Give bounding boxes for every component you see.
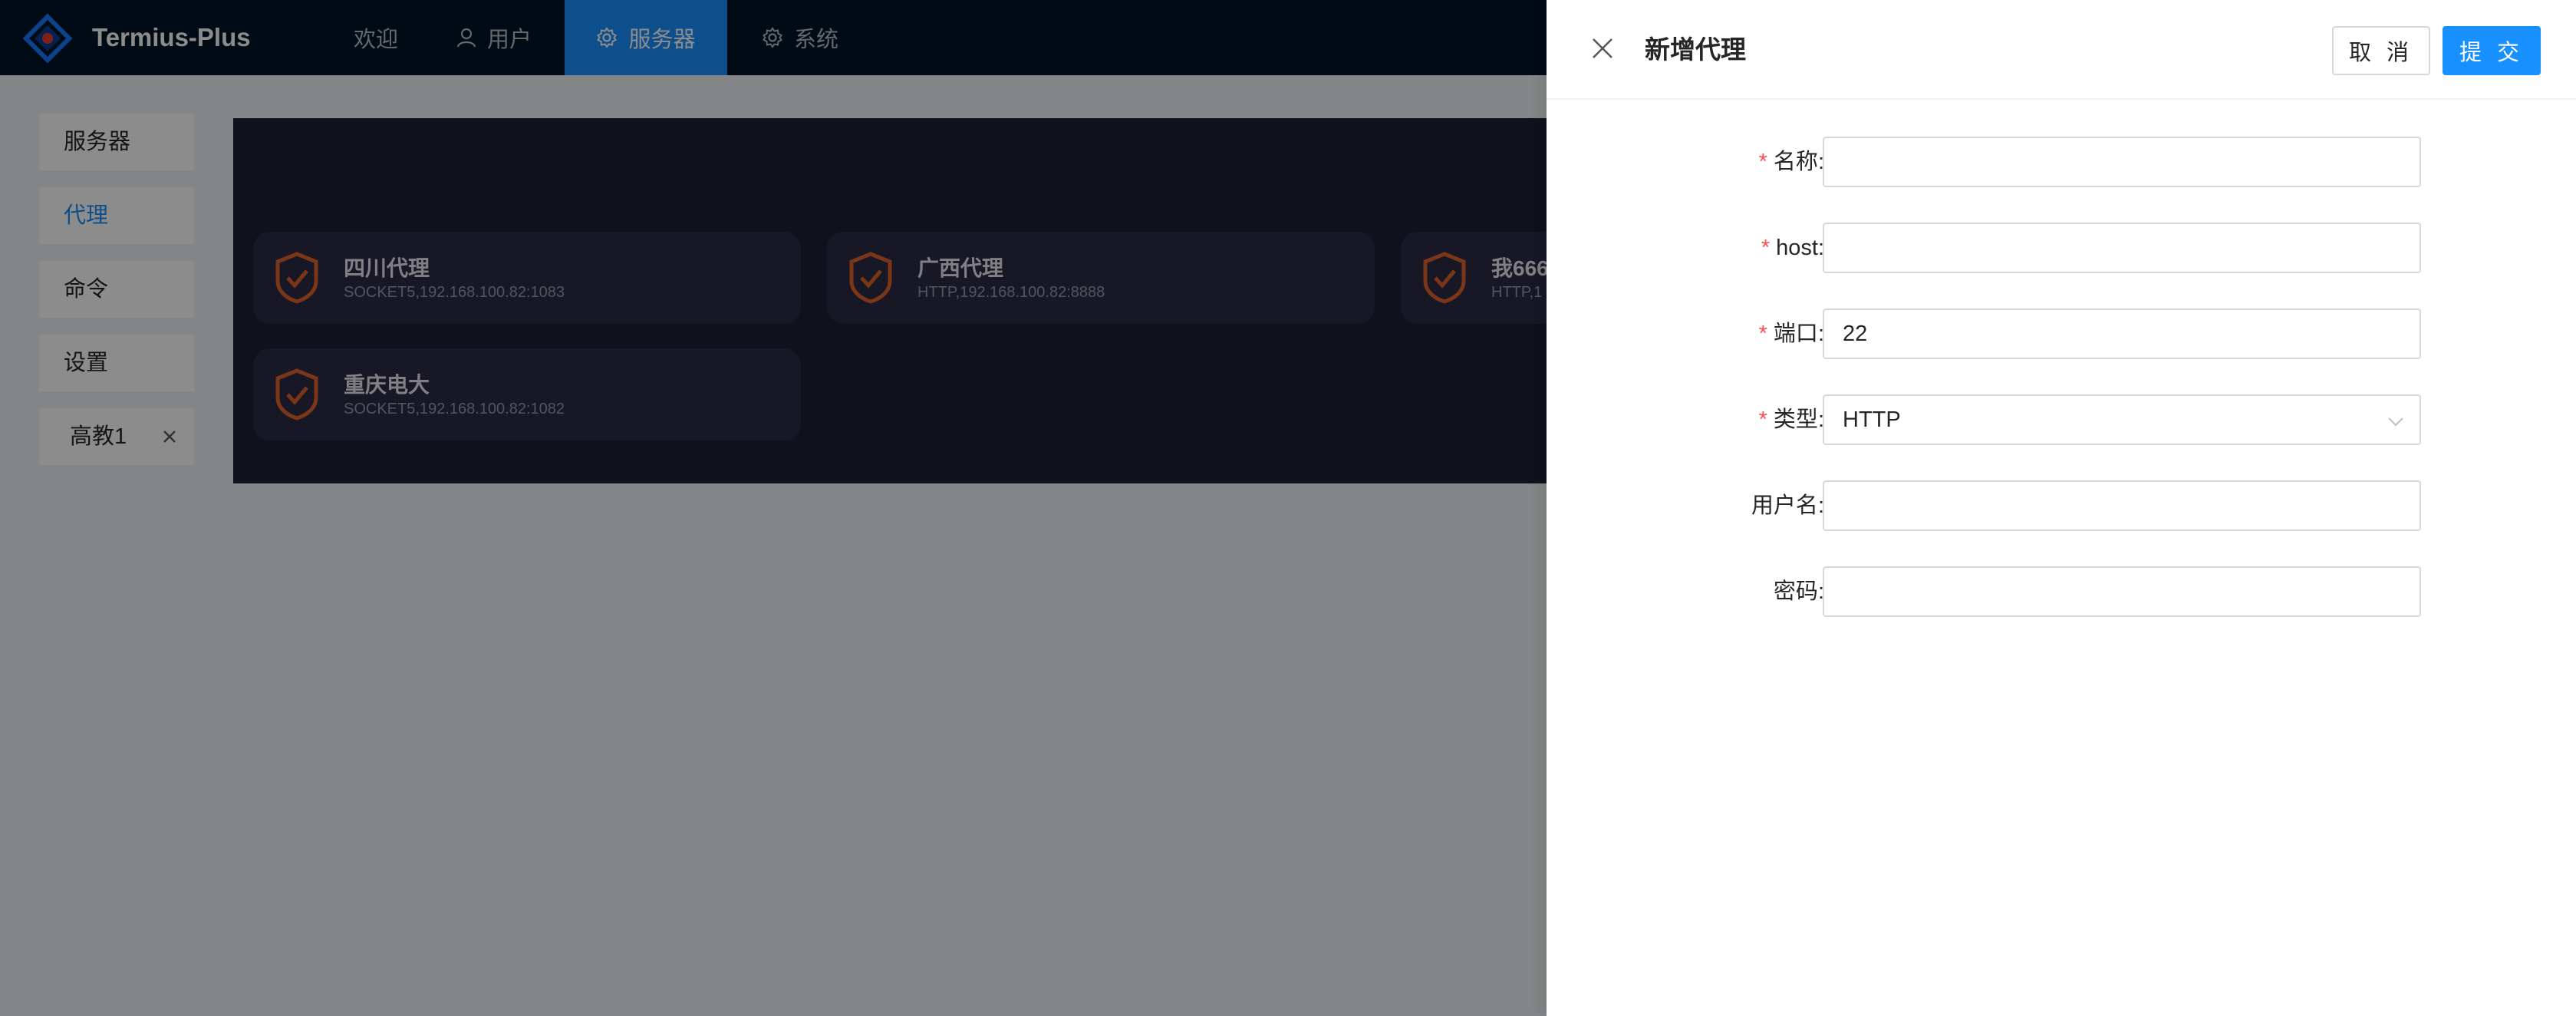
close-icon[interactable] [1589, 35, 1616, 61]
password-input[interactable] [1823, 566, 2421, 617]
required-mark: * [1758, 322, 1767, 346]
form-row-host: * host: [1547, 223, 2576, 273]
cancel-button[interactable]: 取 消 [2332, 26, 2430, 75]
field-label: * 类型: [1758, 407, 1824, 432]
type-select-value: HTTP [1843, 407, 1901, 432]
field-label: * host: [1761, 236, 1824, 260]
required-mark: * [1761, 236, 1771, 260]
field-label: * 名称: [1758, 150, 1824, 174]
form-row-username: 用户名: [1547, 480, 2576, 531]
required-mark: * [1758, 407, 1767, 432]
drawer-header: 新增代理 取 消 提 交 [1547, 0, 2576, 100]
form-row-password: 密码: [1547, 566, 2576, 617]
host-input[interactable] [1823, 223, 2421, 273]
field-label: * 端口: [1758, 322, 1824, 346]
field-label: 密码: [1773, 579, 1824, 604]
field-label: 用户名: [1751, 493, 1824, 518]
form-row-type: * 类型: HTTP [1547, 394, 2576, 445]
username-input[interactable] [1823, 480, 2421, 531]
submit-button[interactable]: 提 交 [2443, 26, 2541, 75]
required-mark: * [1758, 150, 1767, 174]
form-row-port: * 端口: [1547, 308, 2576, 359]
type-select[interactable]: HTTP [1823, 394, 2421, 445]
add-proxy-drawer: 新增代理 取 消 提 交 *名称: *host: *端口: *类型: HTTP … [1547, 0, 2576, 1016]
chevron-down-icon [2388, 417, 2403, 427]
form-row-name: * 名称: [1547, 137, 2576, 187]
drawer-title: 新增代理 [1645, 35, 1746, 64]
name-input[interactable] [1823, 137, 2421, 187]
port-input[interactable] [1823, 308, 2421, 359]
